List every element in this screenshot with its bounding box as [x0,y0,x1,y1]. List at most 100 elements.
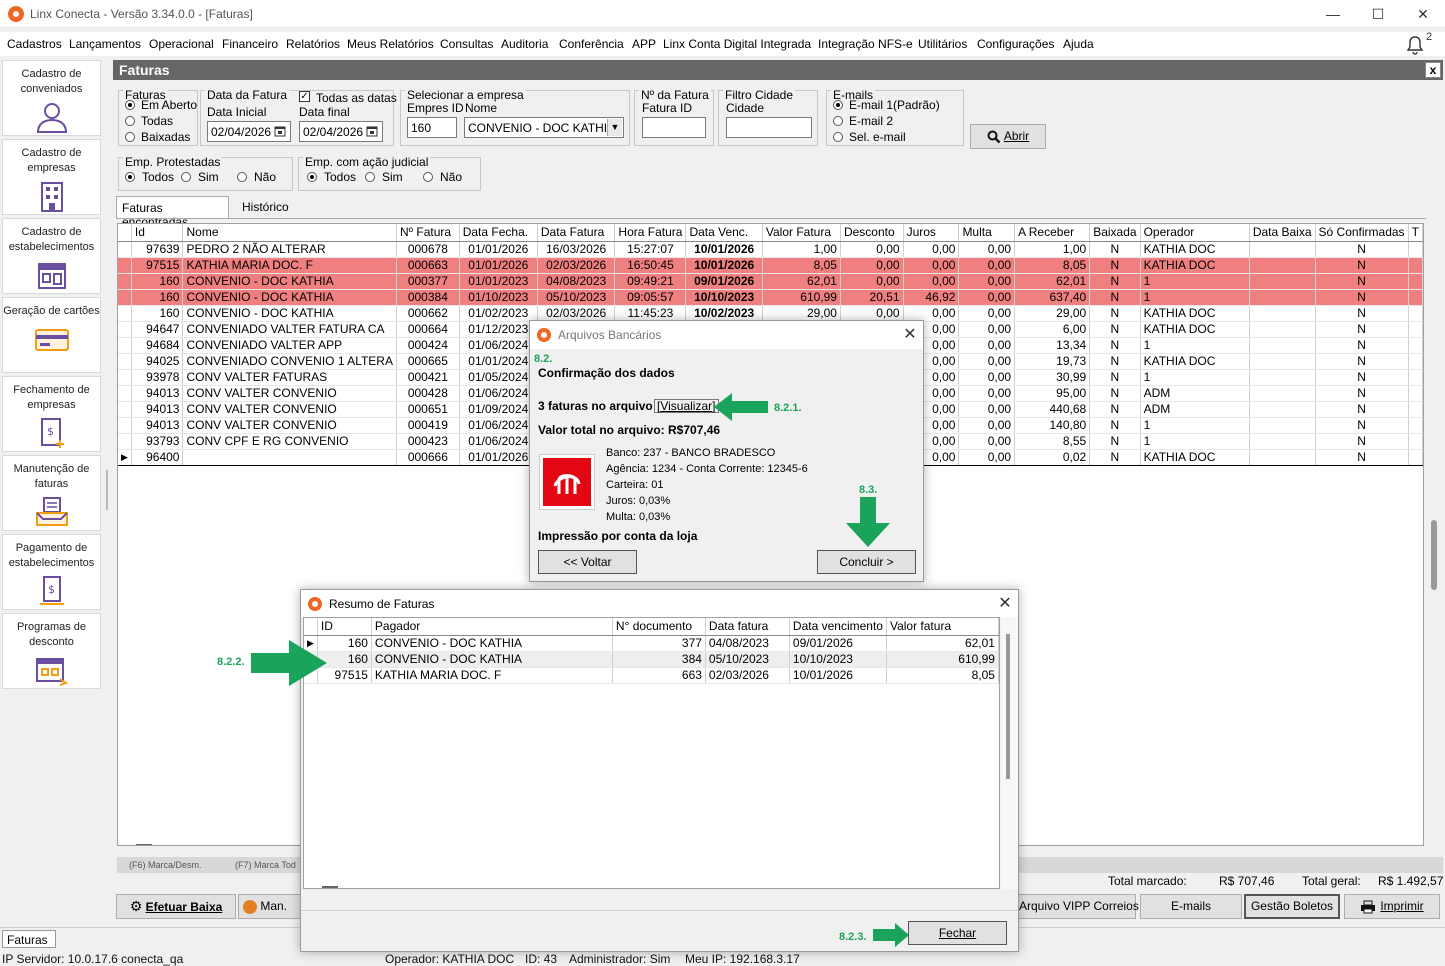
radio-email-1[interactable] [833,100,843,110]
table-row[interactable]: 97515 KATHIA MARIA DOC. F 000663 01/01/2026… [118,257,1423,274]
column-header[interactable]: Valor fatura [886,618,999,636]
sidebar-item-cartoes[interactable]: Geração de cartões [2,297,101,373]
column-header[interactable]: ID [317,618,372,636]
column-header[interactable]: A Receber [1014,224,1091,242]
fatura-id-input[interactable] [642,117,706,138]
visualizar-link[interactable]: [Visualizar] [654,399,719,413]
sidebar-item-manutencao-faturas[interactable]: Manutenção de faturas [2,455,101,531]
menu-utilitarios[interactable]: Utilitários [918,37,967,51]
radio-prot-nao[interactable] [237,172,247,182]
menu-meus-relatorios[interactable]: Meus Relatórios [347,37,434,51]
table-row[interactable]: ▶ 160 CONVENIO - DOC KATHIA 377 04/08/2023 09… [304,635,999,652]
sidebar-splitter[interactable] [106,470,108,510]
column-header[interactable]: Multa [958,224,1016,242]
column-header[interactable]: T [1408,224,1423,242]
menu-operacional[interactable]: Operacional [149,37,214,51]
radio-email-2[interactable] [833,116,843,126]
resumo-grid[interactable]: ID Pagador N° documento Data fatura Data ven… [303,617,1000,889]
column-header[interactable]: Hora Fatura [614,224,687,242]
close-icon[interactable]: ✕ [995,594,1015,614]
empresa-nome-select[interactable]: CONVENIO - DOC KATHIA [464,117,624,138]
cidade-input[interactable] [726,117,812,138]
man-button[interactable]: Man. [238,894,308,919]
column-header[interactable]: Baixada [1089,224,1141,242]
empresa-id-input[interactable]: 160 [407,117,457,138]
tab-historico[interactable]: Histórico [233,198,295,218]
close-window-button[interactable]: ✕ [1400,0,1445,28]
column-header[interactable]: Data fatura [705,618,790,636]
column-header[interactable]: Só Confirmadas [1315,224,1409,242]
radio-jud-sim[interactable] [365,172,375,182]
radio-todas[interactable] [125,116,135,126]
input-value: 02/04/2026 [303,125,364,139]
radio-em-aberto[interactable] [125,100,135,110]
sidebar-item-programas-desconto[interactable]: Programas de desconto [2,613,101,689]
menu-financeiro[interactable]: Financeiro [222,37,278,51]
menu-ajuda[interactable]: Ajuda [1063,37,1094,51]
column-header[interactable]: Valor Fatura [762,224,841,242]
maximize-button[interactable]: ☐ [1355,0,1401,28]
radio-baixadas[interactable] [125,132,135,142]
sidebar-item-pagamento[interactable]: Pagamento de estabelecimentos $ [2,534,101,610]
column-header[interactable]: Nome [182,224,397,242]
imprimir-button[interactable]: Imprimir [1344,894,1440,919]
menu-auditoria[interactable]: Auditoria [501,37,548,51]
concluir-button[interactable]: Concluir > [817,550,916,574]
menu-consultas[interactable]: Consultas [440,37,493,51]
table-row[interactable]: 160 CONVENIO - DOC KATHIA 000377 01/01/2023… [118,273,1423,290]
menu-conferencia[interactable]: Conferência [559,37,624,51]
column-header[interactable]: Data vencimento [789,618,887,636]
scrollbar-thumb[interactable] [1431,520,1437,590]
menu-relatorios[interactable]: Relatórios [286,37,340,51]
radio-prot-todos[interactable] [125,172,135,182]
sidebar-item-empresas[interactable]: Cadastro de empresas [2,139,101,215]
voltar-button[interactable]: << Voltar [538,550,637,574]
tab-faturas-encontradas[interactable]: Faturas encontradas [116,196,229,229]
bottom-tab-faturas[interactable]: Faturas [2,930,56,948]
calendar-icon[interactable] [366,125,378,137]
gestao-boletos-button[interactable]: Gestão Boletos [1244,894,1340,919]
menu-linx-conta-digital[interactable]: Linx Conta Digital Integrada [663,37,811,51]
column-header[interactable]: Nº Fatura [396,224,460,242]
chevron-down-icon[interactable]: ▼ [607,119,622,136]
column-header[interactable]: Juros [903,224,960,242]
calendar-icon[interactable] [274,125,286,137]
menu-integracao-nfse[interactable]: Integração NFS-e [818,37,913,51]
sidebar-item-conveniados[interactable]: Cadastro de conveniados [2,60,101,136]
radio-jud-nao[interactable] [423,172,433,182]
efetuar-baixa-button[interactable]: ⚙ Efetuar Baixa [116,894,236,919]
todas-datas-checkbox[interactable]: ✓ [299,91,310,102]
table-row[interactable]: 160 CONVENIO - DOC KATHIA 000662 01/02/2023… [118,305,1423,322]
menu-lancamentos[interactable]: Lançamentos [69,37,141,51]
emails-button[interactable]: E-mails [1140,894,1242,919]
menu-app[interactable]: APP [632,37,656,51]
notification-bell-icon[interactable] [1404,34,1426,56]
column-header[interactable]: Data Fatura [537,224,616,242]
column-header[interactable]: Data Baixa [1249,224,1316,242]
arquivo-vipp-button[interactable]: Arquivo VIPP Correios [1018,894,1139,919]
radio-prot-sim[interactable] [181,172,191,182]
column-header[interactable]: Data Venc. [685,224,763,242]
column-header[interactable]: Id [131,224,184,242]
minimize-button[interactable]: — [1310,0,1356,28]
fechar-button[interactable]: Fechar [908,921,1007,945]
table-row[interactable]: 97515 KATHIA MARIA DOC. F 663 02/03/2026 10/… [304,667,999,684]
close-faturas-button[interactable]: x [1425,62,1441,78]
column-header[interactable]: Data Fecha. [459,224,538,242]
column-header[interactable]: Desconto [840,224,904,242]
column-header[interactable]: Pagador [371,618,613,636]
table-row[interactable]: 97639 PEDRO 2 NÃO ALTERAR 000678 01/01/2026… [118,241,1423,258]
close-icon[interactable]: ✕ [900,325,920,345]
table-row[interactable]: 160 CONVENIO - DOC KATHIA 000384 01/10/2023… [118,289,1423,306]
radio-sel-email[interactable] [833,132,843,142]
sidebar-item-fechamento[interactable]: Fechamento de empresas $ [2,376,101,452]
sidebar-item-estabelecimentos[interactable]: Cadastro de estabelecimentos [2,218,101,294]
abrir-button[interactable]: Abrir [970,124,1046,149]
column-header[interactable]: N° documento [612,618,706,636]
menu-cadastros[interactable]: Cadastros [7,37,62,51]
column-header[interactable]: Operador [1140,224,1250,242]
table-row[interactable]: 160 CONVENIO - DOC KATHIA 384 05/10/2023 10/… [304,651,999,668]
scrollbar-thumb[interactable] [1006,634,1010,779]
radio-jud-todos[interactable] [307,172,317,182]
menu-configuracoes[interactable]: Configurações [977,37,1054,51]
